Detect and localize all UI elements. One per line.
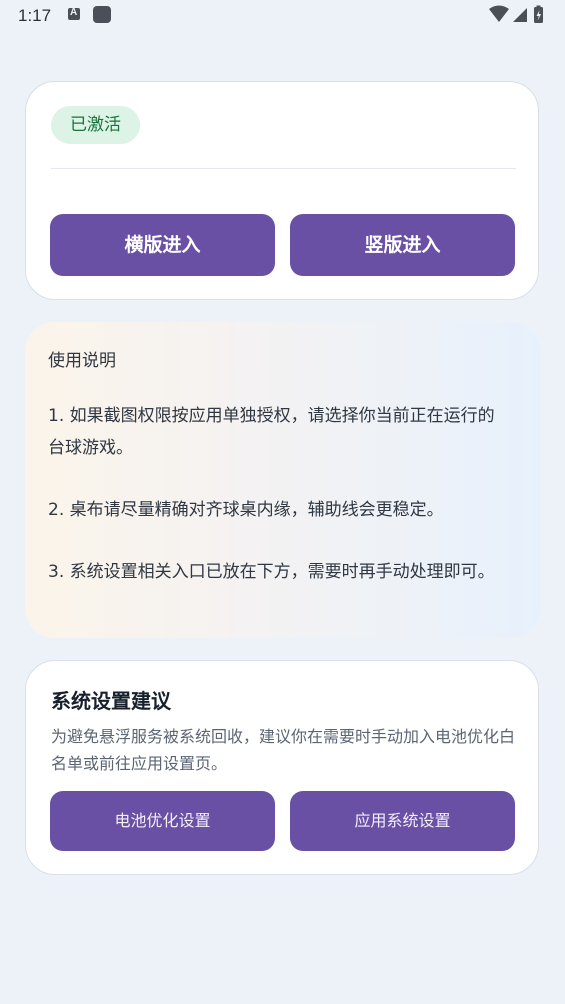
landscape-enter-button[interactable]: 横版进入 [50, 214, 275, 276]
signal-icon [513, 8, 527, 22]
instruction-item: 1. 如果截图权限按应用单独授权，请选择你当前正在运行的台球游戏。 [48, 406, 495, 458]
app-square-icon [93, 6, 111, 23]
instructions-card: 使用说明 1. 如果截图权限按应用单独授权，请选择你当前正在运行的台球游戏。 2… [25, 322, 540, 638]
status-indicators [489, 5, 549, 25]
battery-charging-icon [534, 5, 543, 23]
activation-card: 已激活 横版进入 竖版进入 [25, 81, 539, 300]
system-settings-title: 系统设置建议 [51, 689, 171, 713]
system-settings-description: 为避免悬浮服务被系统回收，建议你在需要时手动加入电池优化白名单或前往应用设置页。 [51, 727, 516, 773]
instruction-item: 3. 系统设置相关入口已放在下方，需要时再手动处理即可。 [48, 562, 495, 582]
instructions-title: 使用说明 [48, 351, 116, 371]
instruction-item: 2. 桌布请尽量精确对齐球桌内缘，辅助线会更稳定。 [48, 500, 444, 520]
status-time: 1:17 [18, 6, 52, 25]
text-recognition-icon [68, 7, 80, 20]
battery-optimization-button[interactable]: 电池优化设置 [50, 791, 275, 851]
app-system-settings-button[interactable]: 应用系统设置 [290, 791, 515, 851]
divider [51, 168, 516, 169]
system-settings-card: 系统设置建议 为避免悬浮服务被系统回收，建议你在需要时手动加入电池优化白名单或前… [25, 660, 539, 875]
portrait-enter-button[interactable]: 竖版进入 [290, 214, 515, 276]
wifi-icon [489, 5, 509, 22]
status-bar: 1:17 [0, 0, 565, 32]
activated-status-badge: 已激活 [51, 106, 140, 144]
